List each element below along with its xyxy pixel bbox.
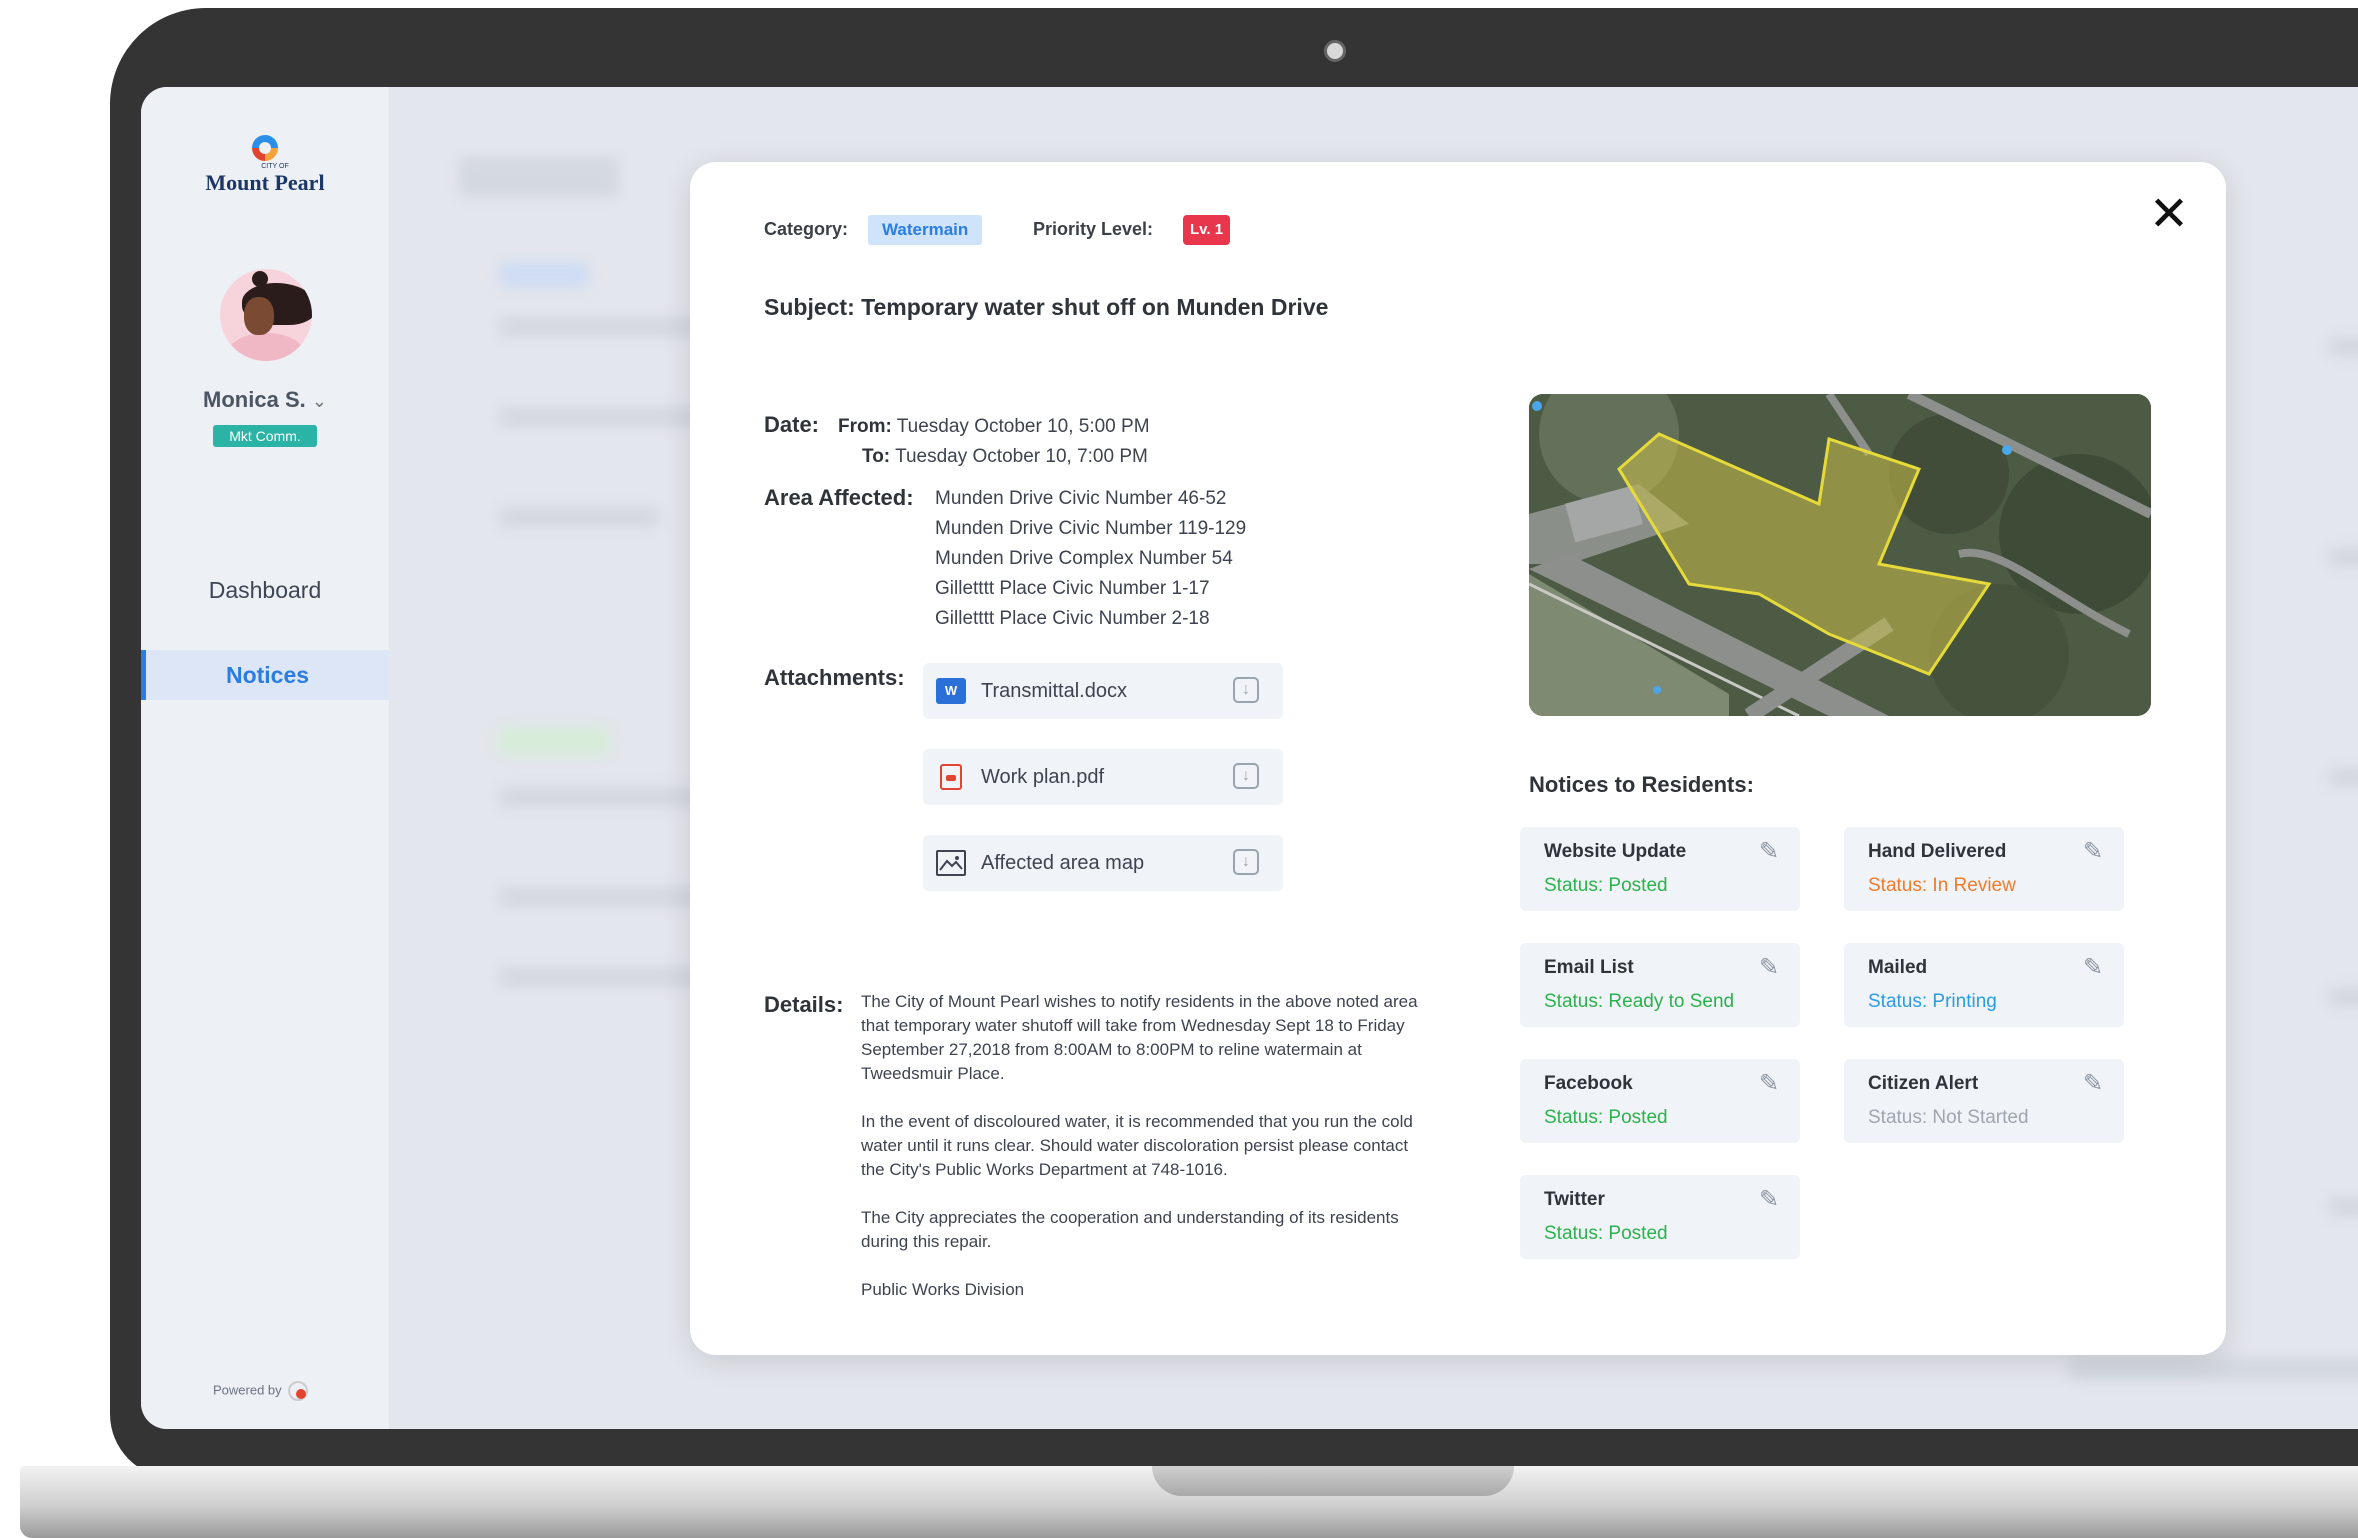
notices-title: Notices to Residents: <box>1529 772 1754 797</box>
notice-card-status: Status: Printing <box>1868 991 1997 1012</box>
download-icon[interactable]: ↓ <box>1233 763 1259 789</box>
notice-card-title: Website Update <box>1544 841 1687 862</box>
area-item: Gilletttt Place Civic Number 1-17 <box>935 578 1210 599</box>
area-label: Area Affected: <box>764 485 914 510</box>
logo-small-text: CITY OF <box>261 163 289 170</box>
nav-item-dashboard[interactable]: Dashboard <box>141 577 389 604</box>
pencil-edit-icon[interactable]: ✎ <box>1759 1069 1779 1097</box>
notice-card-status: Status: Posted <box>1544 875 1668 896</box>
avatar[interactable] <box>220 269 312 361</box>
nav-item-notices[interactable]: Notices <box>141 650 389 700</box>
notice-card-title: Citizen Alert <box>1868 1073 1979 1094</box>
app-screen: CITY OF Mount Pearl Monica S. ⌄ Mkt Comm… <box>141 87 2358 1429</box>
attachment-name: Affected area map <box>981 852 1145 874</box>
notice-card-status: Status: Posted <box>1544 1107 1668 1128</box>
details-paragraph: The City of Mount Pearl wishes to notify… <box>861 992 1418 1083</box>
area-item: Munden Drive Civic Number 46-52 <box>935 488 1227 509</box>
details-paragraph: The City appreciates the cooperation and… <box>861 1208 1399 1251</box>
area-item: Munden Drive Civic Number 119-129 <box>935 518 1247 539</box>
laptop-notch <box>1152 1466 1514 1496</box>
user-name: Monica S. <box>203 387 306 412</box>
category-label: Category: <box>764 219 849 239</box>
notice-card[interactable]: Facebook Status: Posted ✎ <box>1520 1059 1800 1143</box>
role-badge: Mkt Comm. <box>213 425 317 447</box>
camera-dot <box>1324 40 1346 62</box>
pencil-edit-icon[interactable]: ✎ <box>2083 1069 2103 1097</box>
word-doc-icon: W <box>936 678 966 704</box>
details-paragraph: Public Works Division <box>861 1280 1025 1299</box>
close-icon[interactable]: ✕ <box>2145 190 2193 240</box>
affected-area-map[interactable] <box>1529 394 2151 716</box>
notice-card-status: Status: Posted <box>1544 1223 1668 1244</box>
to-label: To: <box>862 446 891 467</box>
image-icon <box>936 850 966 876</box>
attachment-item[interactable]: Affected area map ↓ <box>923 835 1283 891</box>
attachments-label: Attachments: <box>764 665 905 690</box>
attachment-item[interactable]: W Transmittal.docx ↓ <box>923 663 1283 719</box>
logo-mark-icon <box>252 135 278 161</box>
pencil-edit-icon[interactable]: ✎ <box>1759 1185 1779 1213</box>
chevron-down-icon: ⌄ <box>311 391 327 411</box>
attachment-item[interactable]: Work plan.pdf ↓ <box>923 749 1283 805</box>
details-label: Details: <box>764 992 844 1017</box>
logo-text: Mount Pearl <box>205 170 325 195</box>
priority-label: Priority Level: <box>1033 219 1154 239</box>
download-icon[interactable]: ↓ <box>1233 677 1259 703</box>
notice-card[interactable]: Email List Status: Ready to Send ✎ <box>1520 943 1800 1027</box>
priority-badge: Lv. 1 <box>1183 215 1231 245</box>
notice-card-status: Status: Ready to Send <box>1544 991 1735 1012</box>
pencil-edit-icon[interactable]: ✎ <box>1759 953 1779 981</box>
date-to: To: Tuesday October 10, 7:00 PM <box>862 446 1148 468</box>
vendor-logo-icon <box>287 1381 308 1401</box>
user-menu[interactable]: Monica S. ⌄ <box>141 387 389 413</box>
notice-card-status: Status: Not Started <box>1868 1107 2029 1128</box>
notice-card-title: Mailed <box>1868 957 1928 978</box>
notice-card-title: Twitter <box>1544 1189 1605 1210</box>
notice-card-title: Facebook <box>1544 1073 1633 1094</box>
pencil-edit-icon[interactable]: ✎ <box>2083 953 2103 981</box>
notice-detail-modal: ✕ Category: Watermain Priority Level: Lv… <box>690 162 2226 1355</box>
satellite-map-image <box>1529 394 2151 716</box>
notice-card-title: Email List <box>1544 957 1634 978</box>
date-from: From: Tuesday October 10, 5:00 PM <box>838 416 1150 438</box>
to-value: Tuesday October 10, 7:00 PM <box>895 446 1148 467</box>
notice-subject: Subject: Temporary water shut off on Mun… <box>764 294 1329 320</box>
category-tag: Watermain <box>868 215 983 245</box>
date-label: Date: <box>764 412 820 437</box>
notice-card-title: Hand Delivered <box>1868 841 2007 862</box>
area-item: Gilletttt Place Civic Number 2-18 <box>935 608 1210 629</box>
attachment-name: Work plan.pdf <box>981 766 1105 788</box>
from-label: From: <box>838 416 892 437</box>
powered-by: Powered by <box>213 1381 308 1401</box>
area-item: Munden Drive Complex Number 54 <box>935 548 1233 569</box>
notice-card[interactable]: Twitter Status: Posted ✎ <box>1520 1175 1800 1259</box>
pencil-edit-icon[interactable]: ✎ <box>2083 837 2103 865</box>
attachment-name: Transmittal.docx <box>981 680 1127 702</box>
notice-card[interactable]: Hand Delivered Status: In Review ✎ <box>1844 827 2124 911</box>
from-value: Tuesday October 10, 5:00 PM <box>896 416 1150 437</box>
powered-by-label: Powered by <box>213 1382 282 1398</box>
notice-card[interactable]: Citizen Alert Status: Not Started ✎ <box>1844 1059 2124 1143</box>
notice-card-status: Status: In Review <box>1868 875 2016 896</box>
notice-card[interactable]: Website Update Status: Posted ✎ <box>1520 827 1800 911</box>
sidebar: CITY OF Mount Pearl Monica S. ⌄ Mkt Comm… <box>141 87 389 1429</box>
city-logo[interactable]: CITY OF Mount Pearl <box>141 135 389 196</box>
details-paragraph: In the event of discoloured water, it is… <box>861 1112 1413 1179</box>
download-icon[interactable]: ↓ <box>1233 849 1259 875</box>
pdf-icon <box>940 764 962 790</box>
notice-card[interactable]: Mailed Status: Printing ✎ <box>1844 943 2124 1027</box>
pencil-edit-icon[interactable]: ✎ <box>1759 837 1779 865</box>
